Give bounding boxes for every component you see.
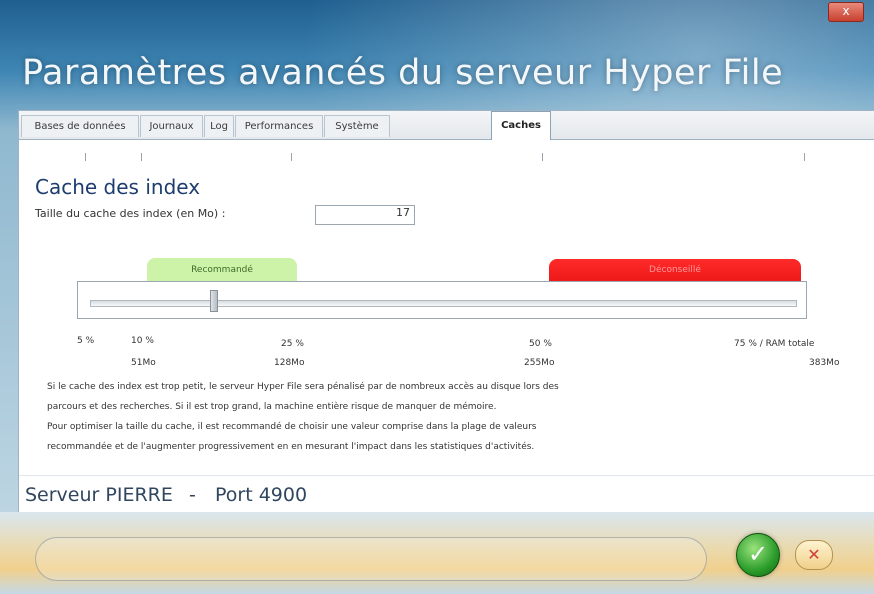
scale-label-10: 10 % xyxy=(131,336,154,346)
close-button[interactable]: x xyxy=(828,2,864,22)
cache-slider[interactable] xyxy=(77,281,807,319)
bottom-area: ✓ ✕ xyxy=(0,512,874,594)
settings-panel: Bases de données Journaux Log Performanc… xyxy=(18,110,874,512)
description-line: parcours et des recherches. Si il est tr… xyxy=(47,402,497,412)
tab-journaux[interactable]: Journaux xyxy=(140,115,203,137)
slider-tick xyxy=(542,153,543,161)
tab-bar: Bases de données Journaux Log Performanc… xyxy=(19,111,874,140)
slider-tick xyxy=(804,153,805,161)
server-info: Serveur PIERRE - Port 4900 xyxy=(19,475,874,512)
slider-track xyxy=(90,300,797,307)
description-text: Si le cache des index est trop petit, le… xyxy=(47,377,837,457)
tab-performances[interactable]: Performances xyxy=(235,115,323,137)
server-port: Port 4900 xyxy=(215,484,308,506)
scale-label-50: 50 % xyxy=(529,339,552,349)
window-title: Paramètres avancés du serveur Hyper File xyxy=(22,53,784,93)
ok-button[interactable]: ✓ xyxy=(736,533,780,577)
slider-tick xyxy=(141,153,142,161)
description-line: Pour optimiser la taille du cache, il es… xyxy=(47,422,537,432)
cancel-button[interactable]: ✕ xyxy=(795,540,833,570)
status-bar xyxy=(35,537,707,581)
slider-tick xyxy=(85,153,86,161)
scale-mb-51: 51Mo xyxy=(131,358,156,368)
slider-tick xyxy=(291,153,292,161)
scale-mb-128: 128Mo xyxy=(274,358,305,368)
description-line: Si le cache des index est trop petit, le… xyxy=(47,382,559,392)
scale-mb-383: 383Mo xyxy=(809,358,840,368)
index-cache-size-input[interactable]: 17 xyxy=(315,205,415,225)
scale-label-5: 5 % xyxy=(77,336,95,346)
tab-log[interactable]: Log xyxy=(204,115,234,137)
index-cache-size-label: Taille du cache des index (en Mo) : xyxy=(35,207,226,220)
section-title: Cache des index xyxy=(35,175,201,199)
description-line: recommandée et de l'augmenter progressiv… xyxy=(47,442,535,452)
tab-bases-de-donnees[interactable]: Bases de données xyxy=(21,115,139,137)
server-name: Serveur PIERRE xyxy=(25,484,173,506)
slider-thumb[interactable] xyxy=(210,290,218,312)
tab-caches[interactable]: Caches xyxy=(491,111,551,140)
window: x Paramètres avancés du serveur Hyper Fi… xyxy=(0,0,874,594)
server-separator: - xyxy=(189,484,196,506)
scale-mb-255: 255Mo xyxy=(524,358,555,368)
scale-label-75: 75 % / RAM totale xyxy=(734,339,815,349)
scale-label-25: 25 % xyxy=(281,339,304,349)
tab-systeme[interactable]: Système xyxy=(324,115,390,137)
